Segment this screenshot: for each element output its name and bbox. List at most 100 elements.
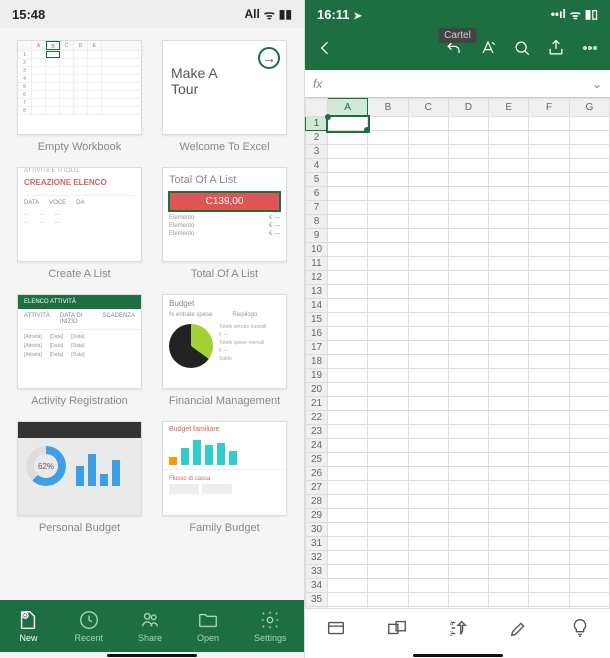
cell[interactable] — [569, 537, 609, 551]
cell[interactable] — [529, 537, 569, 551]
template-activity-registration[interactable]: ELENCO ATTIVITÀ ATTIVITÀDATA DI INIZIOSC… — [12, 294, 147, 407]
cell[interactable] — [368, 453, 408, 467]
cell[interactable] — [569, 411, 609, 425]
cell[interactable] — [489, 383, 529, 397]
row-header[interactable]: 4 — [306, 159, 328, 173]
cell[interactable] — [569, 243, 609, 257]
cell[interactable] — [368, 131, 408, 145]
cell[interactable] — [408, 551, 448, 565]
cell[interactable] — [408, 341, 448, 355]
row-header[interactable]: 6 — [306, 187, 328, 201]
template-empty-workbook[interactable]: ABCDE 1 2 3 4 5 6 7 8 Empty Workbook — [12, 40, 147, 153]
row-header[interactable]: 19 — [306, 369, 328, 383]
ideas-button[interactable] — [569, 617, 591, 644]
cell[interactable] — [448, 187, 488, 201]
cell[interactable] — [408, 495, 448, 509]
cell[interactable] — [408, 467, 448, 481]
cell[interactable] — [368, 467, 408, 481]
row-header[interactable]: 12 — [306, 271, 328, 285]
cell[interactable] — [448, 453, 488, 467]
cell[interactable] — [489, 509, 529, 523]
cell[interactable] — [448, 439, 488, 453]
cell[interactable] — [368, 229, 408, 243]
cell[interactable] — [448, 285, 488, 299]
cell[interactable] — [408, 579, 448, 593]
cell[interactable] — [448, 271, 488, 285]
row-header[interactable]: 13 — [306, 285, 328, 299]
cell[interactable] — [569, 131, 609, 145]
cell[interactable] — [569, 467, 609, 481]
cell[interactable] — [448, 117, 488, 131]
cell[interactable] — [489, 327, 529, 341]
row-header[interactable]: 2 — [306, 131, 328, 145]
cell[interactable] — [448, 131, 488, 145]
cell[interactable] — [408, 565, 448, 579]
row-header[interactable]: 22 — [306, 411, 328, 425]
row-header[interactable]: 33 — [306, 565, 328, 579]
cell[interactable] — [448, 257, 488, 271]
cell[interactable] — [489, 355, 529, 369]
cell[interactable] — [448, 537, 488, 551]
cell[interactable] — [328, 383, 368, 397]
cell[interactable] — [489, 453, 529, 467]
back-button[interactable] — [315, 38, 335, 63]
cell[interactable] — [328, 495, 368, 509]
cell[interactable] — [529, 215, 569, 229]
cell[interactable] — [408, 327, 448, 341]
cell[interactable] — [529, 411, 569, 425]
col-header[interactable]: A — [328, 99, 368, 117]
row-header[interactable]: 17 — [306, 341, 328, 355]
cell[interactable] — [569, 271, 609, 285]
row-header[interactable]: 5 — [306, 173, 328, 187]
cell[interactable] — [529, 425, 569, 439]
cell[interactable] — [489, 187, 529, 201]
cell[interactable] — [368, 299, 408, 313]
cell[interactable] — [489, 313, 529, 327]
cell[interactable] — [489, 397, 529, 411]
cell[interactable] — [368, 523, 408, 537]
cell[interactable] — [328, 117, 368, 131]
row-header[interactable]: 25 — [306, 453, 328, 467]
cell[interactable] — [368, 593, 408, 607]
cell[interactable] — [489, 257, 529, 271]
cell[interactable] — [569, 495, 609, 509]
cell[interactable] — [569, 299, 609, 313]
card-view-button[interactable] — [325, 617, 347, 644]
cell[interactable] — [489, 495, 529, 509]
cell[interactable] — [328, 229, 368, 243]
col-header[interactable]: C — [408, 99, 448, 117]
cell[interactable] — [408, 229, 448, 243]
cell[interactable] — [569, 509, 609, 523]
cell[interactable] — [569, 425, 609, 439]
col-header[interactable]: D — [448, 99, 488, 117]
cell[interactable] — [408, 411, 448, 425]
cell[interactable] — [569, 579, 609, 593]
cell[interactable] — [529, 453, 569, 467]
cell[interactable] — [448, 229, 488, 243]
cell[interactable] — [368, 201, 408, 215]
cell[interactable] — [489, 145, 529, 159]
cell[interactable] — [368, 369, 408, 383]
cell[interactable] — [448, 201, 488, 215]
sort-filter-button[interactable]: AZ — [447, 617, 469, 644]
cell[interactable] — [529, 327, 569, 341]
cell[interactable] — [408, 537, 448, 551]
template-family-budget[interactable]: Budget familiare Flusso di cassa Family … — [157, 421, 292, 534]
row-header[interactable]: 31 — [306, 537, 328, 551]
cell[interactable] — [368, 397, 408, 411]
cell[interactable] — [569, 593, 609, 607]
cell[interactable] — [368, 411, 408, 425]
cell[interactable] — [489, 425, 529, 439]
cell[interactable] — [489, 229, 529, 243]
cell[interactable] — [569, 383, 609, 397]
cell[interactable] — [368, 383, 408, 397]
cell[interactable] — [448, 579, 488, 593]
cell[interactable] — [448, 495, 488, 509]
cell[interactable] — [368, 355, 408, 369]
cell[interactable] — [328, 327, 368, 341]
cell[interactable] — [529, 551, 569, 565]
cell[interactable] — [529, 243, 569, 257]
cell[interactable] — [368, 565, 408, 579]
cell[interactable] — [408, 187, 448, 201]
cell[interactable] — [448, 355, 488, 369]
